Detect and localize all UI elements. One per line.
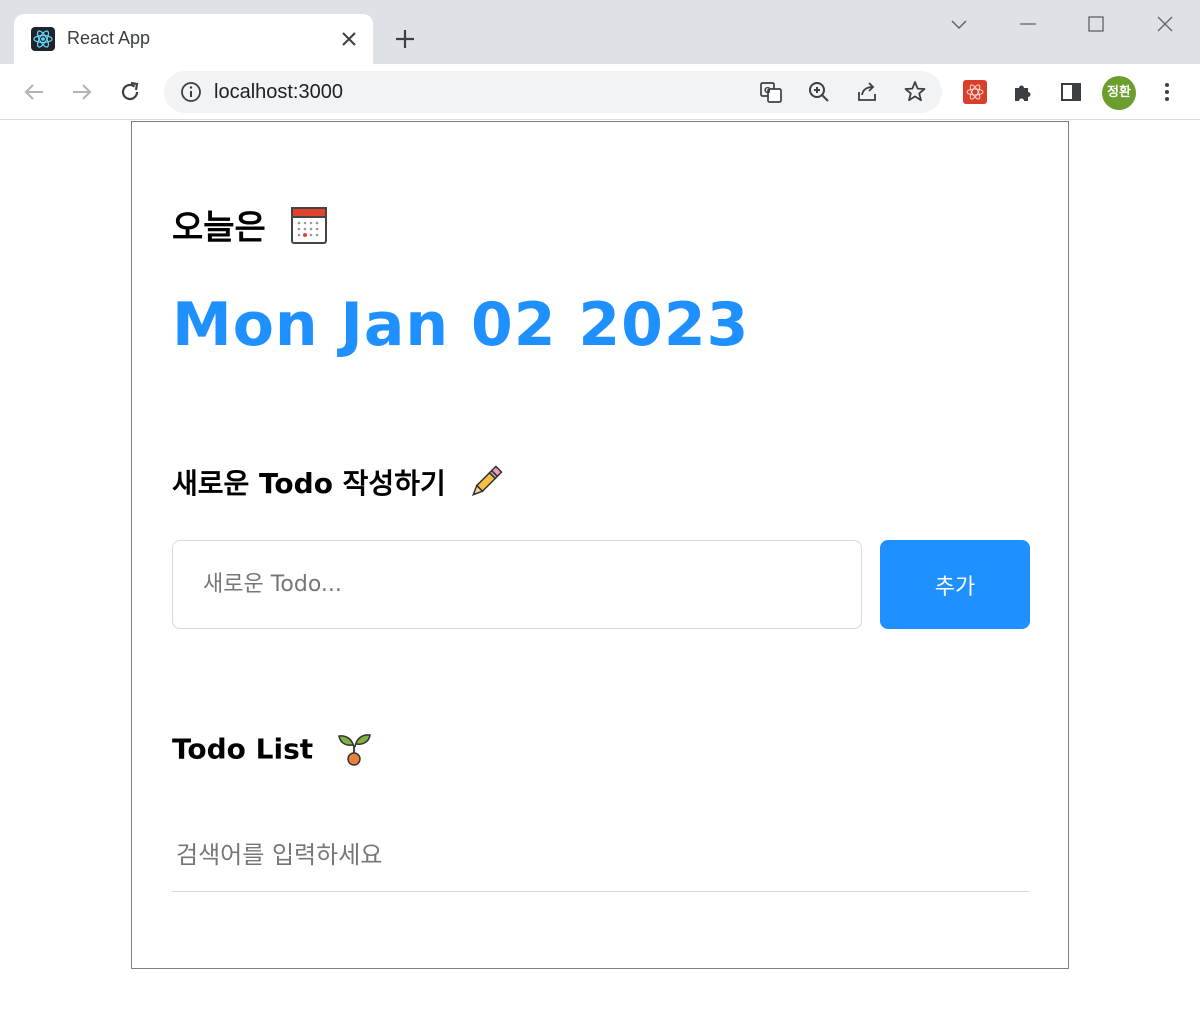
browser-tab-strip: React App bbox=[0, 0, 1200, 64]
zoom-icon[interactable] bbox=[806, 79, 832, 105]
new-todo-input[interactable] bbox=[172, 540, 862, 629]
address-bar[interactable]: localhost:3000 G bbox=[164, 71, 942, 113]
browser-tab[interactable]: React App bbox=[14, 14, 373, 64]
avatar[interactable]: 정환 bbox=[1102, 76, 1136, 110]
pencil-icon bbox=[467, 463, 505, 508]
reload-icon[interactable] bbox=[117, 79, 143, 105]
info-icon[interactable] bbox=[178, 79, 204, 105]
browser-toolbar: localhost:3000 G 정환 bbox=[0, 64, 1200, 120]
forward-icon[interactable] bbox=[69, 79, 95, 105]
close-icon[interactable] bbox=[337, 27, 361, 51]
today-label-text: 오늘은 bbox=[172, 208, 266, 248]
back-icon[interactable] bbox=[21, 79, 47, 105]
tab-search-icon[interactable] bbox=[947, 12, 971, 36]
share-icon[interactable] bbox=[854, 79, 880, 105]
react-favicon-icon bbox=[31, 27, 55, 51]
svg-text:G: G bbox=[764, 86, 771, 95]
minimize-icon[interactable] bbox=[1016, 12, 1040, 36]
app-container: 오늘은 Mon Jan 02 2023 새로운 Todo 작성하기 새로운 To… bbox=[131, 121, 1069, 969]
todo-list-label-text: Todo List bbox=[172, 732, 314, 766]
translate-icon[interactable]: G bbox=[758, 79, 784, 105]
puzzle-icon[interactable] bbox=[1010, 79, 1036, 105]
maximize-icon[interactable] bbox=[1084, 12, 1108, 36]
url-text[interactable]: localhost:3000 bbox=[214, 81, 343, 104]
tab-title: React App bbox=[67, 28, 151, 48]
search-input[interactable] bbox=[172, 818, 1030, 892]
new-todo-label-text: 새로운 Todo 작성하기 bbox=[172, 467, 446, 500]
plus-icon[interactable] bbox=[392, 26, 418, 52]
current-date: Mon Jan 02 2023 bbox=[172, 290, 750, 360]
new-todo-heading: 새로운 Todo 작성하기 bbox=[172, 462, 505, 508]
side-panel-icon[interactable] bbox=[1058, 79, 1084, 105]
window-close-icon[interactable] bbox=[1153, 12, 1177, 36]
todo-list-heading: Todo List bbox=[172, 728, 373, 773]
seedling-icon bbox=[335, 728, 373, 773]
add-button[interactable]: 추가 bbox=[880, 540, 1030, 629]
today-heading: 오늘은 bbox=[172, 200, 328, 254]
extension-icon[interactable] bbox=[962, 79, 988, 105]
more-icon[interactable] bbox=[1154, 79, 1180, 105]
calendar-icon bbox=[290, 205, 328, 254]
star-icon[interactable] bbox=[902, 79, 928, 105]
